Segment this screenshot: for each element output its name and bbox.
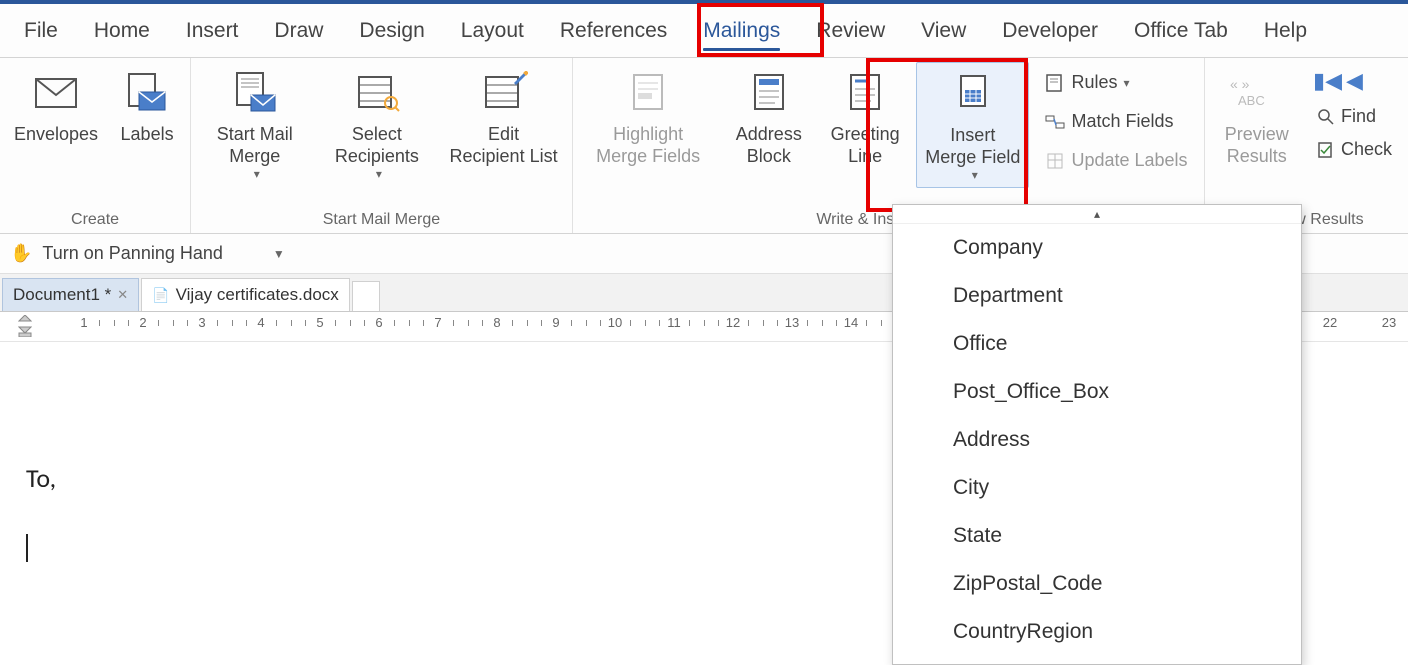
group-create-label: Create (71, 211, 119, 233)
document-tab-1[interactable]: Document1 * ✕ (2, 278, 139, 311)
update-labels-icon (1045, 151, 1065, 171)
labels-label: Labels (121, 124, 174, 146)
check-errors-label: Check (1341, 139, 1392, 160)
qat-customize-button[interactable]: ▼ (273, 247, 285, 261)
labels-icon (125, 66, 169, 120)
annotation-highlight-mailings (697, 3, 824, 57)
word-doc-icon: 📄 (152, 287, 169, 304)
dropdown-item-address[interactable]: Address (893, 416, 1301, 464)
document-tab-2-label: Vijay certificates.docx (176, 285, 339, 305)
check-icon (1317, 141, 1335, 159)
edit-recipient-list-button[interactable]: Edit Recipient List (443, 62, 564, 171)
edit-recipient-list-label: Edit Recipient List (449, 124, 558, 167)
start-mail-merge-label: Start Mail Merge (205, 124, 304, 167)
new-document-tab[interactable] (352, 281, 380, 311)
envelopes-button[interactable]: Envelopes (8, 62, 104, 150)
select-recipients-button[interactable]: Select Recipients▾ (319, 62, 436, 186)
dropdown-item-post-office-box[interactable]: Post_Office_Box (893, 368, 1301, 416)
dropdown-item-state[interactable]: State (893, 512, 1301, 560)
start-mail-merge-button[interactable]: Start Mail Merge▾ (199, 62, 310, 186)
tab-view[interactable]: View (903, 9, 984, 53)
document-tab-2[interactable]: 📄 Vijay certificates.docx (141, 278, 350, 311)
find-recipient-label: Find (1341, 106, 1376, 127)
highlight-merge-fields-icon (626, 66, 670, 120)
rules-label: Rules (1071, 72, 1117, 93)
preview-results-button: « »ABC Preview Results (1213, 62, 1301, 171)
rules-button[interactable]: Rules ▾ (1037, 66, 1195, 99)
tab-officetab[interactable]: Office Tab (1116, 9, 1246, 53)
preview-results-icon: « »ABC (1230, 66, 1284, 120)
highlight-merge-fields-label: Highlight Merge Fields (587, 124, 710, 167)
labels-button[interactable]: Labels (112, 62, 182, 150)
dropdown-item-zip[interactable]: ZipPostal_Code (893, 560, 1301, 608)
chevron-down-icon: ▾ (1124, 76, 1130, 90)
update-labels-button: Update Labels (1037, 144, 1195, 177)
tab-developer[interactable]: Developer (984, 9, 1116, 53)
match-fields-icon (1045, 112, 1065, 132)
prev-record-icon[interactable]: ◀ (1346, 68, 1363, 94)
chevron-down-icon: ▾ (254, 167, 260, 181)
find-recipient-button[interactable]: Find (1309, 100, 1384, 133)
select-recipients-icon (353, 66, 401, 120)
text-cursor (26, 534, 28, 562)
tab-layout[interactable]: Layout (443, 9, 542, 53)
hand-icon: ✋ (10, 243, 32, 264)
highlight-merge-fields-button: Highlight Merge Fields (581, 62, 716, 171)
find-icon (1317, 108, 1335, 126)
envelope-icon (34, 66, 78, 120)
edit-recipient-list-icon (480, 66, 528, 120)
indent-markers[interactable] (18, 315, 32, 337)
panning-hand-button[interactable]: Turn on Panning Hand (42, 243, 222, 264)
group-start-mail-merge-label: Start Mail Merge (323, 211, 440, 233)
tab-file[interactable]: File (6, 9, 76, 53)
insert-merge-field-dropdown: ▴ Company Department Office Post_Office_… (892, 204, 1302, 665)
address-block-button[interactable]: Address Block (723, 62, 814, 171)
chevron-down-icon: ▾ (376, 167, 382, 181)
dropdown-item-office[interactable]: Office (893, 320, 1301, 368)
dropdown-scroll-up[interactable]: ▴ (893, 205, 1301, 224)
close-icon[interactable]: ✕ (117, 287, 128, 303)
document-tab-1-label: Document1 * (13, 285, 111, 305)
annotation-highlight-insert-merge-field (866, 58, 1028, 212)
dropdown-item-country[interactable]: CountryRegion (893, 608, 1301, 656)
tab-design[interactable]: Design (341, 9, 442, 53)
tab-draw[interactable]: Draw (256, 9, 341, 53)
check-errors-button[interactable]: Check (1309, 133, 1400, 166)
svg-text:ABC: ABC (1238, 93, 1265, 108)
start-mail-merge-icon (231, 66, 279, 120)
select-recipients-label: Select Recipients (325, 124, 430, 167)
rules-icon (1045, 73, 1065, 93)
address-block-label: Address Block (729, 124, 808, 167)
dropdown-item-department[interactable]: Department (893, 272, 1301, 320)
tab-home[interactable]: Home (76, 9, 168, 53)
match-fields-button[interactable]: Match Fields (1037, 105, 1195, 138)
group-create: Envelopes Labels Create (0, 58, 191, 233)
preview-results-label: Preview Results (1219, 124, 1295, 167)
tab-help[interactable]: Help (1246, 9, 1325, 53)
tab-insert[interactable]: Insert (168, 9, 257, 53)
update-labels-label: Update Labels (1071, 150, 1187, 171)
match-fields-label: Match Fields (1071, 111, 1173, 132)
tab-references[interactable]: References (542, 9, 685, 53)
svg-text:« »: « » (1230, 76, 1250, 92)
first-record-icon[interactable]: ▮◀ (1313, 68, 1342, 94)
envelopes-label: Envelopes (14, 124, 98, 146)
group-start-mail-merge: Start Mail Merge▾ Select Recipients▾ Edi… (191, 58, 573, 233)
dropdown-item-company[interactable]: Company (893, 224, 1301, 272)
dropdown-item-city[interactable]: City (893, 464, 1301, 512)
address-block-icon (747, 66, 791, 120)
